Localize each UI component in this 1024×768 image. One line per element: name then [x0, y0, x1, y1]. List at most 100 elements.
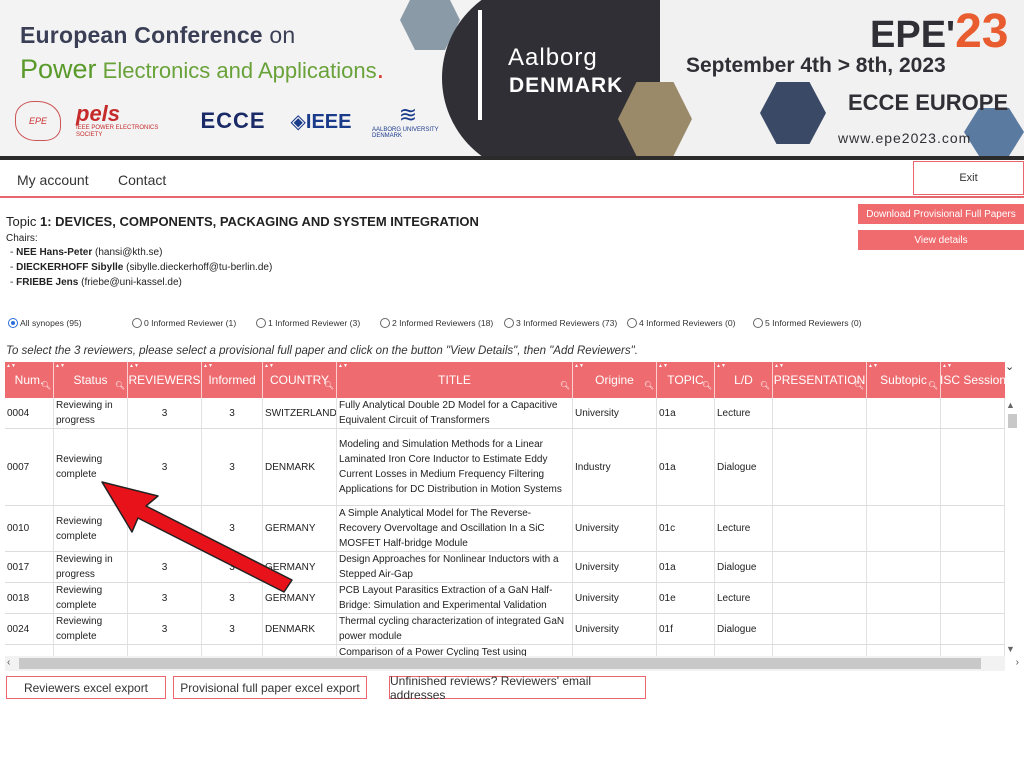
cell-informed: 3 [202, 429, 263, 505]
banner-event-logo: EPE'23 [870, 5, 1009, 58]
cell-subtopic [867, 614, 941, 644]
search-icon: 🔍︎ [559, 381, 570, 390]
column-header-num[interactable]: ▲▼ Num. 🔍︎ [5, 362, 54, 398]
filter-5-informed[interactable]: 5 Informed Reviewers (0) [753, 318, 861, 328]
radio-icon[interactable] [380, 318, 390, 328]
filter-2-informed[interactable]: 2 Informed Reviewers (18) [380, 318, 493, 328]
search-icon: 🔍︎ [853, 381, 864, 390]
my-account-link[interactable]: My account [17, 172, 89, 188]
radio-icon[interactable] [132, 318, 142, 328]
cell-origine: University [573, 552, 657, 582]
column-header-ld[interactable]: ▲▼ L/D 🔍︎ [715, 362, 773, 398]
cell-ld: Lecture [715, 398, 773, 428]
download-papers-button[interactable]: Download Provisional Full Papers [858, 204, 1024, 224]
cell-title: Thermal cycling characterization of inte… [337, 614, 573, 644]
cell-num: 0007 [5, 429, 54, 505]
view-details-button[interactable]: View details [858, 230, 1024, 250]
cell-title: A Simple Analytical Model for The Revers… [337, 506, 573, 551]
scroll-right-icon[interactable]: › [1016, 657, 1019, 668]
pels-logo: pels IEEE POWER ELECTRONICS SOCIETY [76, 101, 159, 139]
cell-country: GERMANY [263, 506, 337, 551]
column-header-title[interactable]: ▲▼ TITLE 🔍︎ [337, 362, 573, 398]
radio-icon[interactable] [627, 318, 637, 328]
cell-topic: 01a [657, 398, 715, 428]
table-vertical-scrollbar[interactable]: ⌄ ▲ ▼ [1005, 360, 1019, 658]
table-row[interactable]: 0024 Reviewing complete 3 3 DENMARK Ther… [5, 614, 1005, 645]
column-header-subtopic[interactable]: ▲▼ Subtopic 🔍︎ [867, 362, 941, 398]
cell-title: Modeling and Simulation Methods for a Li… [337, 429, 573, 505]
scroll-down-icon[interactable]: ▼ [1006, 644, 1015, 654]
conference-banner: European Conference on Power Electronics… [0, 0, 1024, 160]
table-row[interactable]: 0010 Reviewing complete 3 3 GERMANY A Si… [5, 506, 1005, 552]
search-icon: 🔍︎ [927, 381, 938, 390]
cell-origine: University [573, 506, 657, 551]
banner-url: www.epe2023.com [838, 130, 972, 146]
cell-reviewers: 3 [128, 583, 202, 613]
radio-icon[interactable] [504, 318, 514, 328]
contact-link[interactable]: Contact [118, 172, 166, 188]
epe-logo: EPE [12, 96, 64, 146]
cell-status: Reviewing complete [54, 583, 128, 613]
column-header-status[interactable]: ▲▼ Status 🔍︎ [54, 362, 128, 398]
column-header-presentation[interactable]: ▲▼ PRESENTATION 🔍︎ [773, 362, 867, 398]
filter-0-informed[interactable]: 0 Informed Reviewer (1) [132, 318, 236, 328]
cell-informed: 3 [202, 398, 263, 428]
radio-selected-icon[interactable] [8, 318, 18, 328]
column-header-informed[interactable]: ▲▼ Informed [202, 362, 263, 398]
cell-num: 0010 [5, 506, 54, 551]
cell-isc-session [941, 398, 1005, 428]
filter-4-informed[interactable]: 4 Informed Reviewers (0) [627, 318, 735, 328]
column-header-isc-session[interactable]: ▲▼ ISC Session [941, 362, 1005, 398]
table-row[interactable]: 0018 Reviewing complete 3 3 GERMANY PCB … [5, 583, 1005, 614]
table-horizontal-scrollbar[interactable]: ‹ › [5, 656, 1019, 671]
banner-dates: September 4th > 8th, 2023 [686, 54, 946, 77]
search-icon: 🔍︎ [323, 381, 334, 390]
filter-all-synopses[interactable]: All synopes (95) [8, 318, 82, 328]
cell-status: Reviewing in progress [54, 398, 128, 428]
cell-reviewers: 3 [128, 506, 202, 551]
cell-title: Fully Analytical Double 2D Model for a C… [337, 398, 573, 428]
unfinished-reviews-emails-button[interactable]: Unfinished reviews? Reviewers' email add… [389, 674, 646, 702]
cell-presentation [773, 506, 867, 551]
cell-country: DENMARK [263, 614, 337, 644]
table-row[interactable]: 0004 Reviewing in progress 3 3 SWITZERLA… [5, 398, 1005, 429]
radio-icon[interactable] [256, 318, 266, 328]
paper-excel-export-button[interactable]: Provisional full paper excel export [173, 676, 367, 699]
radio-icon[interactable] [753, 318, 763, 328]
cell-subtopic [867, 552, 941, 582]
reviewers-excel-export-button[interactable]: Reviewers excel export [6, 676, 166, 699]
scroll-left-icon[interactable]: ‹ [7, 657, 10, 668]
scroll-thumb[interactable] [19, 658, 981, 669]
cell-topic: 01e [657, 583, 715, 613]
cell-status: Reviewing complete [54, 429, 128, 505]
chair-item: - FRIEBE Jens (friebe@uni-kassel.de) [10, 277, 182, 288]
page-title: Topic 1: DEVICES, COMPONENTS, PACKAGING … [6, 214, 479, 229]
cell-ld: Dialogue [715, 429, 773, 505]
cell-ld: Dialogue [715, 614, 773, 644]
column-header-country[interactable]: ▲▼ COUNTRY 🔍︎ [263, 362, 337, 398]
cell-ld: Lecture [715, 506, 773, 551]
banner-country: DENMARK [509, 74, 624, 97]
scroll-up-icon[interactable]: ▲ [1006, 400, 1015, 410]
cell-informed: 3 [202, 614, 263, 644]
cell-isc-session [941, 614, 1005, 644]
column-header-topic[interactable]: ▲▼ TOPIC 🔍︎ [657, 362, 715, 398]
top-nav: My account Contact [0, 160, 1024, 198]
cell-status: Reviewing in progress [54, 552, 128, 582]
search-icon: 🔍︎ [643, 381, 654, 390]
column-header-origine[interactable]: ▲▼ Origine 🔍︎ [573, 362, 657, 398]
table-row[interactable]: 0007 Reviewing complete 3 3 DENMARK Mode… [5, 429, 1005, 506]
scroll-thumb[interactable] [1008, 414, 1017, 428]
cell-country: GERMANY [263, 583, 337, 613]
chevron-down-icon[interactable]: ⌄ [1005, 360, 1014, 373]
search-icon: 🔍︎ [701, 381, 712, 390]
filter-1-informed[interactable]: 1 Informed Reviewer (3) [256, 318, 360, 328]
cell-topic: 01a [657, 429, 715, 505]
banner-city: Aalborg [508, 44, 598, 71]
column-header-reviewers[interactable]: ▲▼ REVIEWERS [128, 362, 202, 398]
exit-button[interactable]: Exit [913, 161, 1024, 195]
table-row[interactable]: 0017 Reviewing in progress 3 3 GERMANY D… [5, 552, 1005, 583]
cell-topic: 01c [657, 506, 715, 551]
filter-3-informed[interactable]: 3 Informed Reviewers (73) [504, 318, 617, 328]
cell-num: 0004 [5, 398, 54, 428]
